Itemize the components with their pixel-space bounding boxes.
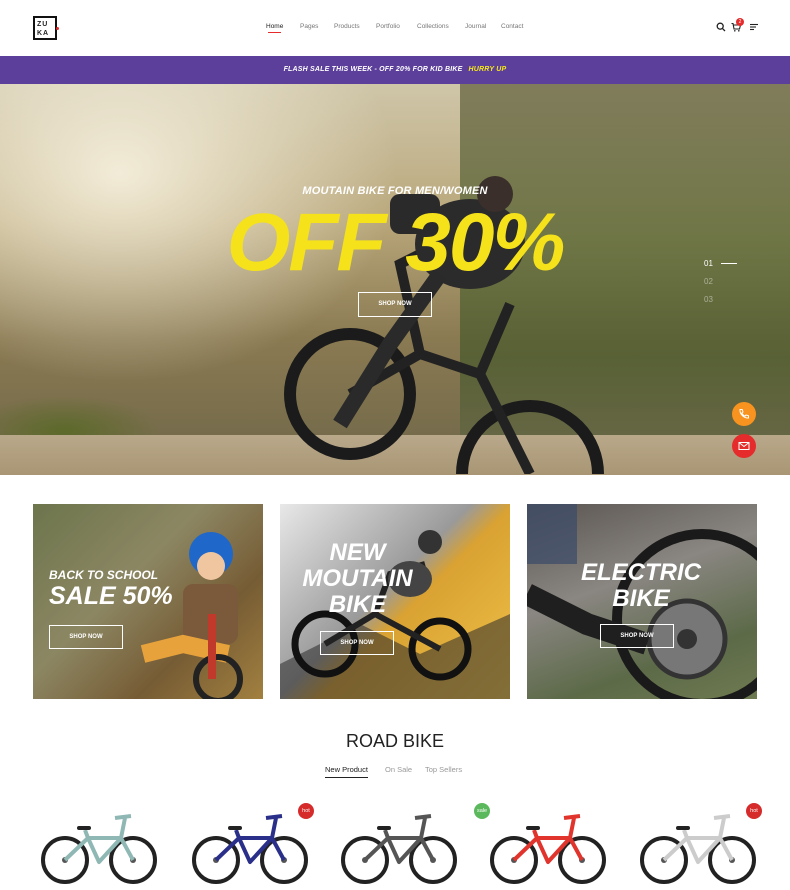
phone-button[interactable] bbox=[732, 402, 756, 426]
search-icon[interactable] bbox=[716, 22, 726, 32]
bike-image bbox=[490, 814, 606, 884]
flash-sale-text: FLASH SALE THIS WEEK - OFF 20% FOR KID B… bbox=[283, 66, 463, 73]
logo-top: ZU bbox=[37, 21, 49, 28]
hot-badge: hot bbox=[746, 803, 762, 819]
banner-2-line2: MOUTAIN bbox=[302, 565, 413, 592]
cart-count-badge: 2 bbox=[736, 18, 744, 26]
logo-bottom: KA bbox=[37, 30, 50, 37]
banner-new-mountain-bike[interactable]: NEW MOUTAIN BIKE SHOP NOW bbox=[280, 504, 510, 699]
banner-electric-bike[interactable]: ELECTRIC BIKE SHOP NOW bbox=[527, 504, 757, 699]
logo-dot bbox=[56, 27, 59, 30]
hero-shop-now-button[interactable]: SHOP NOW bbox=[358, 292, 432, 317]
slide-dot-3[interactable]: 03 bbox=[704, 294, 713, 312]
banner-2-line1: NEW bbox=[329, 539, 386, 566]
tab-on-sale[interactable]: On Sale bbox=[385, 765, 412, 774]
product-card[interactable]: hot bbox=[184, 800, 324, 890]
product-card[interactable] bbox=[33, 800, 173, 890]
banner-1-shop-now-button[interactable]: SHOP NOW bbox=[49, 625, 123, 649]
banner-2-shop-now-button[interactable]: SHOP NOW bbox=[320, 631, 394, 655]
tab-top-sellers[interactable]: Top Sellers bbox=[425, 765, 462, 774]
active-slide-line bbox=[721, 263, 737, 264]
banner-3-line1: ELECTRIC bbox=[581, 559, 701, 586]
slide-dot-2[interactable]: 02 bbox=[704, 276, 713, 294]
tab-new-product[interactable]: New Product bbox=[325, 765, 368, 778]
site-header: ZU KA Home Pages Products Portfolio Coll… bbox=[0, 0, 790, 56]
product-card[interactable] bbox=[333, 800, 473, 890]
section-title: ROAD BIKE bbox=[345, 731, 445, 751]
hot-badge: hot bbox=[298, 803, 314, 819]
hero-slider: MOUTAIN BIKE FOR MEN/WOMEN OFF 30% SHOP … bbox=[0, 84, 790, 475]
logo[interactable]: ZU KA bbox=[33, 16, 59, 40]
bike-image bbox=[41, 814, 157, 884]
hurry-up-link[interactable]: HURRY UP bbox=[469, 66, 507, 73]
hero-kicker: MOUTAIN BIKE FOR MEN/WOMEN bbox=[302, 185, 488, 197]
nav-contact[interactable]: Contact bbox=[501, 23, 523, 30]
nav-portfolio[interactable]: Portfolio bbox=[376, 23, 400, 30]
nav-collections[interactable]: Collections bbox=[417, 23, 449, 30]
banner-3-line2: BIKE bbox=[612, 585, 670, 612]
flash-sale-bar: FLASH SALE THIS WEEK - OFF 20% FOR KID B… bbox=[0, 56, 790, 84]
slide-pager: 01 02 03 bbox=[704, 258, 737, 312]
banner-1-line1: BACK TO SCHOOL bbox=[49, 568, 159, 582]
hero-headline: OFF 30% bbox=[226, 197, 566, 288]
phone-icon bbox=[739, 409, 749, 419]
mail-icon bbox=[738, 442, 750, 450]
menu-icon[interactable] bbox=[749, 22, 759, 32]
sale-badge: sale bbox=[474, 803, 490, 819]
slide-dot-1[interactable]: 01 bbox=[704, 258, 713, 276]
bike-image bbox=[341, 814, 457, 884]
nav-pages[interactable]: Pages bbox=[300, 23, 318, 30]
product-card[interactable]: hot bbox=[632, 800, 772, 890]
product-card[interactable]: sale bbox=[474, 800, 622, 890]
nav-home[interactable]: Home bbox=[266, 23, 283, 33]
banner-1-line2: SALE 50% bbox=[49, 582, 173, 610]
mail-button[interactable] bbox=[732, 434, 756, 458]
banner-3-shop-now-button[interactable]: SHOP NOW bbox=[600, 624, 674, 648]
banner-2-line3: BIKE bbox=[328, 591, 387, 618]
banner-back-to-school[interactable]: BACK TO SCHOOL SALE 50% SHOP NOW bbox=[33, 504, 263, 699]
nav-journal[interactable]: Journal bbox=[465, 23, 486, 30]
nav-products[interactable]: Products bbox=[334, 23, 360, 30]
